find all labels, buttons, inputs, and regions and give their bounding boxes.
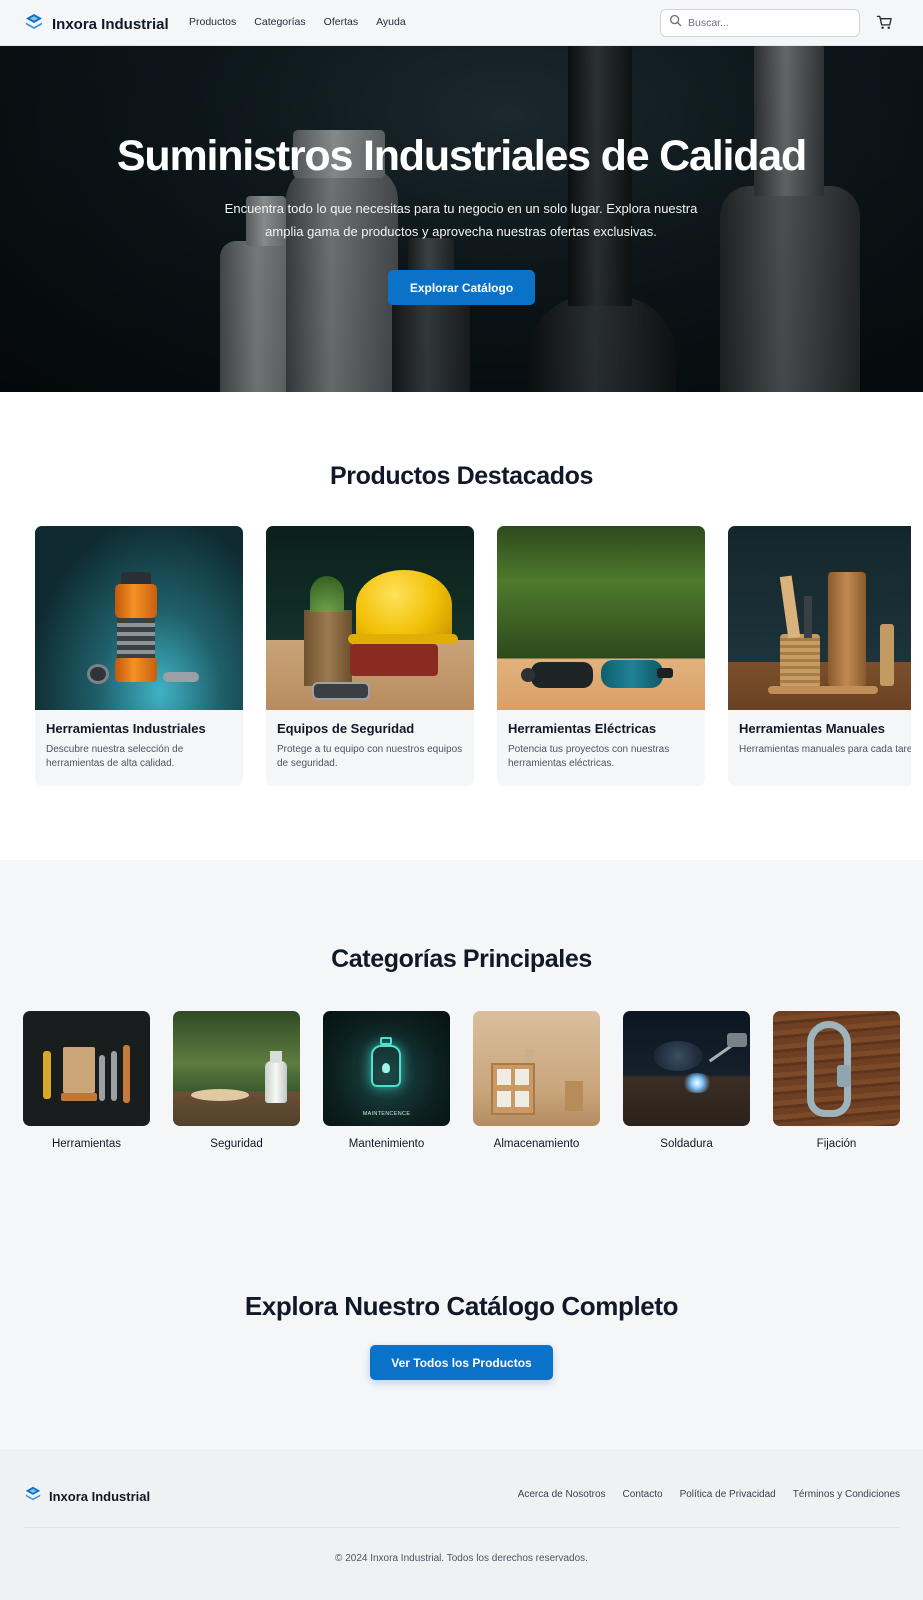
hero-banner: Suministros Industriales de Calidad Encu… <box>0 46 923 392</box>
industrial-tools-image <box>35 526 243 710</box>
footer: Inxora Industrial Acerca de Nosotros Con… <box>0 1449 923 1600</box>
product-card[interactable]: Herramientas Manuales Herramientas manua… <box>728 526 911 786</box>
categories-title: Categorías Principales <box>331 945 592 973</box>
brand-name: Inxora Industrial <box>52 16 169 33</box>
footer-brand[interactable]: Inxora Industrial <box>24 1485 150 1508</box>
category-item-mantenimiento[interactable]: MAINTENCENCE Mantenimiento <box>323 1011 450 1150</box>
categories-grid: Herramientas Seguridad MAINTENCENCE Mant… <box>23 1011 903 1151</box>
nav-link-categorias[interactable]: Categorías <box>254 16 305 28</box>
card-description: Descubre nuestra selección de herramient… <box>46 744 184 769</box>
card-title: Equipos de Seguridad <box>277 721 415 736</box>
cta-title: Explora Nuestro Catálogo Completo <box>244 1291 679 1321</box>
category-label: Almacenamiento <box>493 1138 580 1150</box>
copyright-text: © 2024 Inxora Industrial. Todos los dere… <box>335 1553 588 1564</box>
search-box[interactable] <box>660 9 860 37</box>
category-label: Seguridad <box>210 1138 263 1150</box>
cart-icon[interactable] <box>876 14 893 36</box>
footer-link-about[interactable]: Acerca de Nosotros <box>518 1489 606 1500</box>
search-input[interactable] <box>688 17 848 29</box>
explore-catalog-button[interactable]: Explorar Catálogo <box>388 270 535 305</box>
category-label: Mantenimiento <box>348 1138 425 1150</box>
safety-equipment-image <box>266 526 474 710</box>
footer-links: Acerca de Nosotros Contacto Política de … <box>518 1489 900 1500</box>
hero-title: Suministros Industriales de Calidad <box>116 132 807 180</box>
card-description: Potencia tus proyectos con nuestras herr… <box>508 744 670 769</box>
category-item-almacenamiento[interactable]: Almacenamiento <box>473 1011 600 1150</box>
footer-link-privacy[interactable]: Política de Privacidad <box>680 1489 776 1500</box>
category-almacenamiento-image <box>473 1011 600 1126</box>
card-title: Herramientas Manuales <box>739 721 885 736</box>
card-description: Herramientas manuales para cada tarea. <box>739 744 911 755</box>
layers-logo-icon <box>24 12 44 37</box>
product-card[interactable]: Herramientas Industriales Descubre nuest… <box>35 526 243 786</box>
brand-logo[interactable]: Inxora Industrial <box>24 12 169 37</box>
category-label: Fijación <box>816 1138 857 1150</box>
category-item-soldadura[interactable]: Soldadura <box>623 1011 750 1150</box>
category-mantenimiento-image: MAINTENCENCE <box>323 1011 450 1126</box>
view-all-products-button[interactable]: Ver Todos los Productos <box>370 1345 553 1380</box>
card-title: Herramientas Industriales <box>46 721 206 736</box>
top-navbar: Inxora Industrial Productos Categorías O… <box>0 0 923 46</box>
search-icon <box>669 14 682 32</box>
nav-link-ofertas[interactable]: Ofertas <box>324 16 358 28</box>
hand-tools-image <box>728 526 911 710</box>
product-card[interactable]: Equipos de Seguridad Protege a tu equipo… <box>266 526 474 786</box>
maintenance-caption: MAINTENCENCE <box>362 1111 411 1117</box>
category-soldadura-image <box>623 1011 750 1126</box>
power-tools-image <box>497 526 705 710</box>
category-item-herramientas[interactable]: Herramientas <box>23 1011 150 1150</box>
footer-link-terms[interactable]: Términos y Condiciones <box>793 1489 900 1500</box>
featured-title: Productos Destacados <box>330 462 593 490</box>
nav-link-productos[interactable]: Productos <box>189 16 236 28</box>
footer-brand-name: Inxora Industrial <box>49 1489 151 1504</box>
category-label: Herramientas <box>51 1138 122 1150</box>
layers-logo-icon <box>24 1485 42 1508</box>
category-fijacion-image <box>773 1011 900 1126</box>
featured-products-section: Productos Destacados Herramientas Indust… <box>0 392 923 860</box>
nav-links: Productos Categorías Ofertas Ayuda <box>189 16 406 28</box>
category-item-seguridad[interactable]: Seguridad <box>173 1011 300 1150</box>
category-item-fijacion[interactable]: Fijación <box>773 1011 900 1150</box>
footer-link-contact[interactable]: Contacto <box>623 1489 663 1500</box>
card-description: Protege a tu equipo con nuestros equipos… <box>277 744 463 769</box>
featured-carousel: Herramientas Industriales Descubre nuest… <box>35 526 911 796</box>
product-card[interactable]: Herramientas Eléctricas Potencia tus pro… <box>497 526 705 786</box>
hero-subtitle: Encuentra todo lo que necesitas para tu … <box>224 201 698 239</box>
category-seguridad-image <box>173 1011 300 1126</box>
category-herramientas-image <box>23 1011 150 1126</box>
card-title: Herramientas Eléctricas <box>508 721 657 736</box>
footer-divider <box>24 1527 900 1528</box>
category-label: Soldadura <box>660 1138 713 1150</box>
nav-link-ayuda[interactable]: Ayuda <box>376 16 406 28</box>
